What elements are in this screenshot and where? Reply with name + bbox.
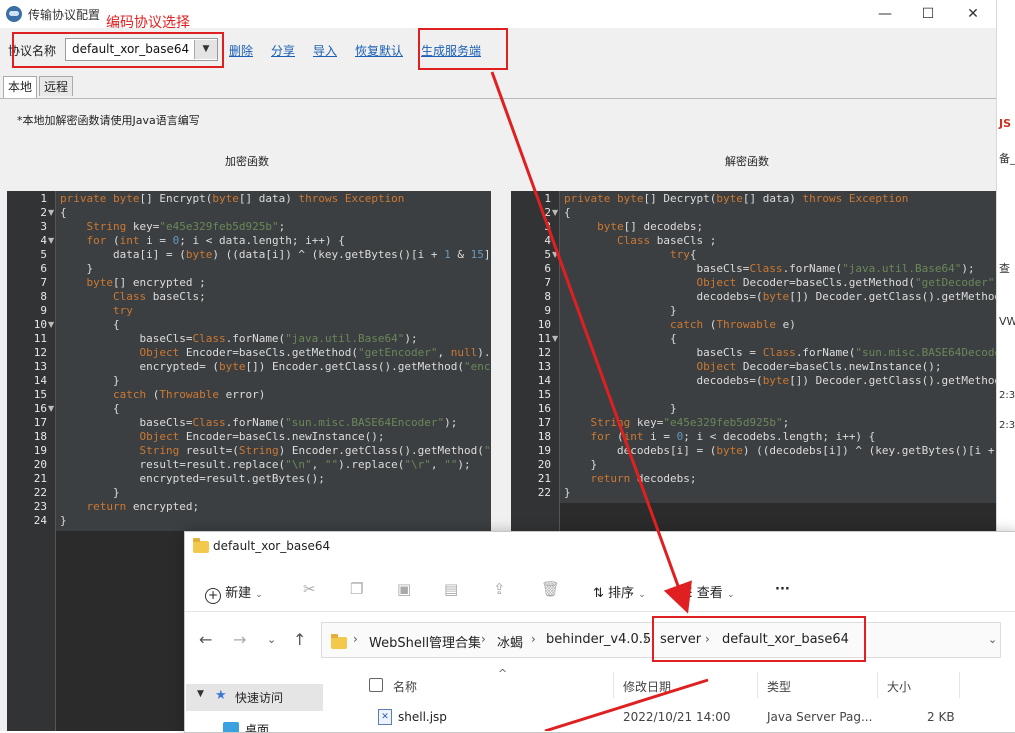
annotation-arrow — [544, 678, 709, 731]
annotation-arrow — [490, 71, 692, 614]
annotation-arrows — [490, 71, 709, 731]
